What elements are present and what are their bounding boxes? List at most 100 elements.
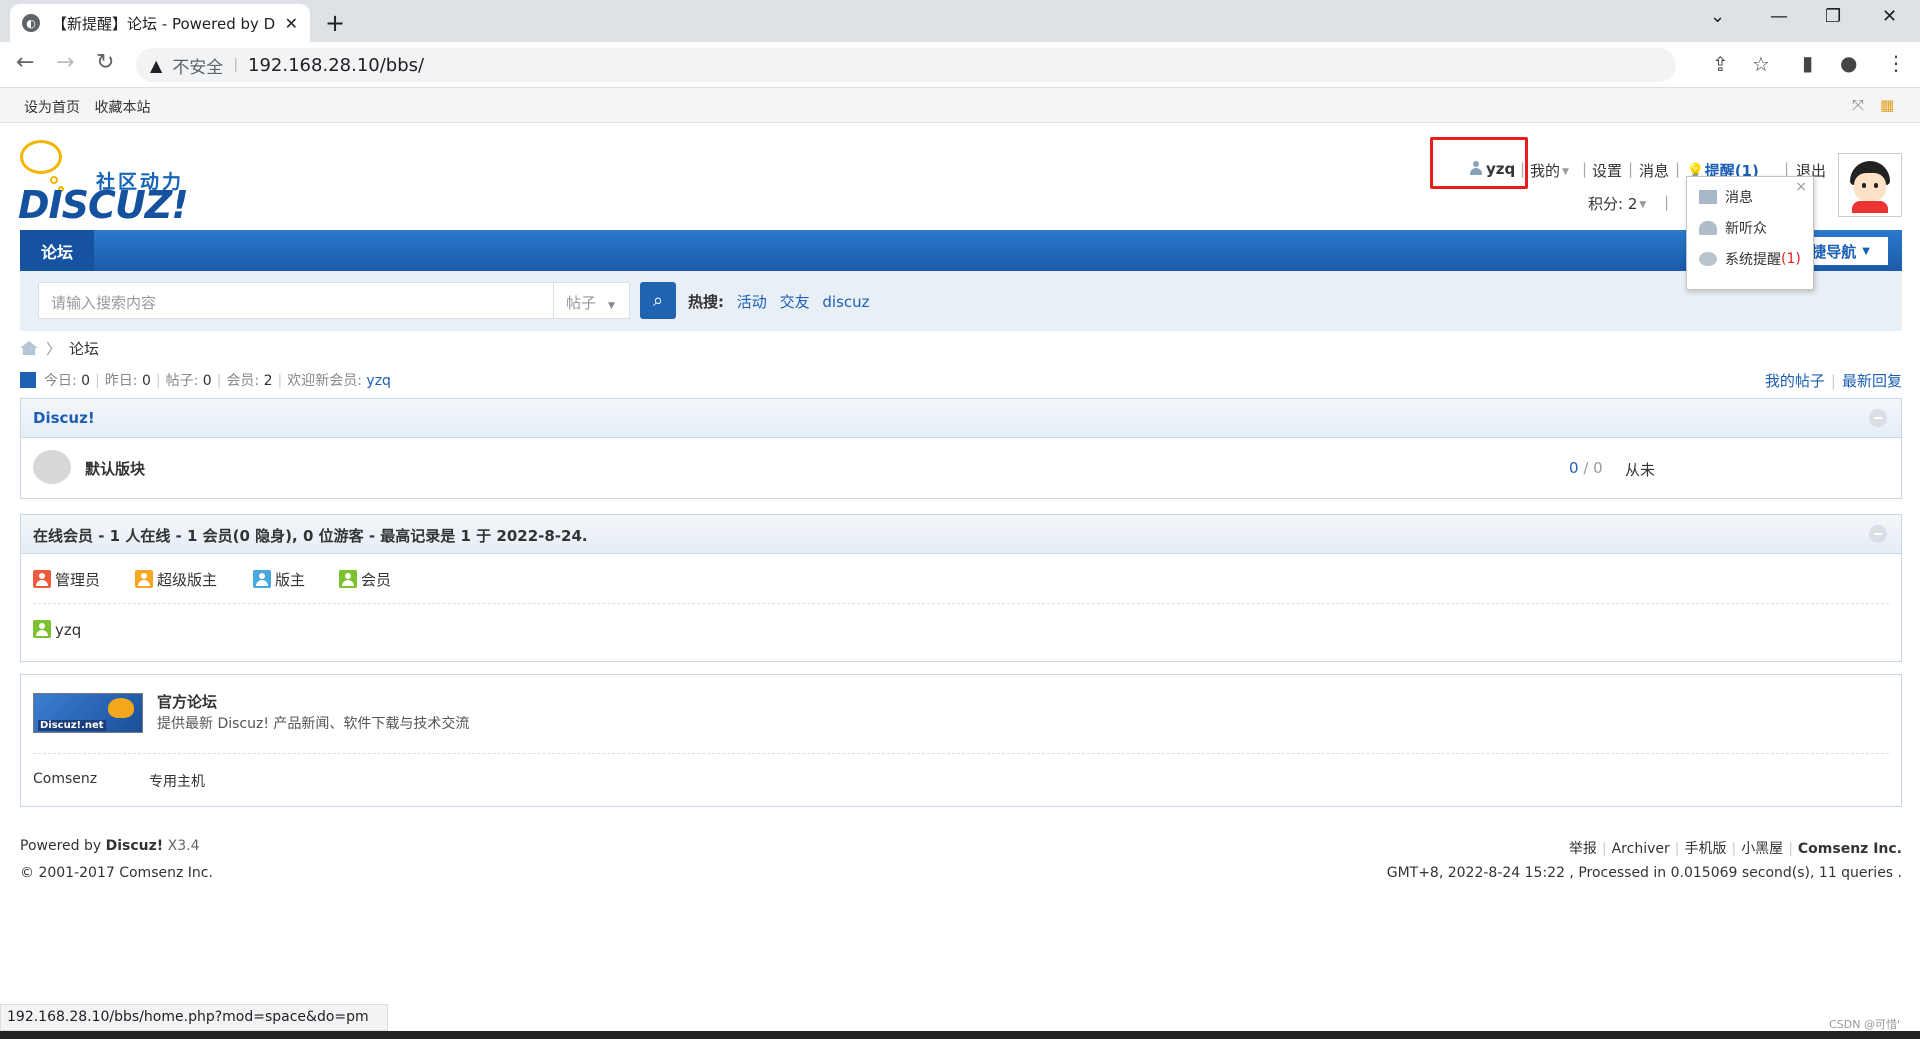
hot-search-link[interactable]: 交友 [780, 293, 810, 311]
hot-search-link[interactable]: 活动 [737, 293, 767, 311]
company-link[interactable]: Comsenz Inc. [1798, 841, 1902, 857]
caret-down-icon: ▼ [1562, 167, 1569, 177]
status-url: 192.168.28.10/bbs/home.php?mod=space&do=… [0, 1004, 388, 1031]
taskbar [0, 1031, 1920, 1039]
stat-posts: 0 [202, 373, 212, 389]
nav-item-forum[interactable]: 论坛 [20, 230, 94, 271]
new-tab-icon[interactable]: + [325, 9, 345, 37]
forum-name-link[interactable]: 默认版块 [85, 458, 145, 479]
separator: | [155, 373, 161, 389]
footer-link[interactable]: 小黑屋 [1741, 841, 1783, 857]
address-bar: ← → ↻ ▲ 不安全 | 192.168.28.10/bbs/ ⇪ ☆ ▮ ●… [0, 42, 1920, 88]
browser-tab[interactable]: ◐ 【新提醒】论坛 - Powered by D ✕ [10, 4, 310, 42]
home-icon[interactable] [20, 341, 38, 355]
star-icon[interactable]: ☆ [1752, 52, 1770, 76]
my-menu[interactable]: 我的 ▼ [1530, 160, 1569, 181]
category-title[interactable]: Discuz! [33, 409, 95, 427]
newest-member-link[interactable]: yzq [366, 373, 391, 389]
remind-item-messages[interactable]: 消息 [1699, 187, 1753, 207]
style-icon[interactable]: ▦ [1880, 96, 1894, 114]
legend-admin: 管理员 [33, 569, 100, 590]
footer-links: 举报 | Archiver | 手机版 | 小黑屋 | Comsenz Inc. [1569, 838, 1902, 858]
discuz-net-logo[interactable]: Discuz!.net [33, 693, 143, 733]
online-title[interactable]: 在线会员 - 1 人在线 - 1 会员(0 隐身), 0 位游客 - 最高记录是… [33, 527, 588, 545]
footer-link[interactable]: 手机版 [1684, 841, 1726, 857]
stat-label: 会员: [226, 373, 260, 389]
category-panel: Discuz! 默认版块 0 / 0 从未 [20, 398, 1902, 499]
restore-icon[interactable]: ❐ [1825, 6, 1841, 27]
forum-last-post: 从未 [1625, 461, 1656, 479]
share-icon[interactable]: ⇪ [1712, 52, 1729, 76]
logo-sun-icon [108, 698, 134, 718]
avatar-face [1854, 173, 1886, 201]
footer-processed: GMT+8, 2022-8-24 15:22 , Processed in 0.… [1386, 865, 1902, 881]
caret-down-icon: ▼ [1862, 245, 1870, 257]
separator: | [216, 373, 222, 389]
forum-icon[interactable] [33, 450, 71, 484]
powered-brand-link[interactable]: Discuz! [106, 838, 164, 854]
separator: | [1628, 160, 1634, 178]
reload-icon[interactable]: ↻ [96, 50, 114, 75]
avatar[interactable] [1838, 153, 1902, 217]
remind-count: (1) [1781, 251, 1801, 267]
my-posts-link[interactable]: 我的帖子 [1765, 372, 1825, 390]
footer-link[interactable]: Archiver [1612, 841, 1670, 857]
side-panel-icon[interactable]: ▮ [1802, 51, 1813, 75]
minimize-icon[interactable]: — [1770, 6, 1788, 27]
search-button[interactable]: ⌕ [640, 282, 676, 319]
text-link[interactable]: 专用主机 [149, 771, 205, 791]
online-member-name: yzq [55, 621, 82, 639]
window-close-icon[interactable]: ✕ [1882, 6, 1897, 27]
admin-user-icon [33, 570, 51, 588]
settings-link[interactable]: 设置 [1592, 160, 1622, 181]
separator: | [95, 373, 100, 389]
latest-replies-link[interactable]: 最新回复 [1842, 372, 1902, 390]
forum-row: 默认版块 0 / 0 从未 [21, 438, 1901, 496]
member-icon [33, 620, 51, 638]
close-icon[interactable]: × [1795, 179, 1807, 195]
stat-label: 帖子: [165, 373, 199, 389]
browser-tabbar: ◐ 【新提醒】论坛 - Powered by D ✕ + ⌄ — ❐ ✕ [0, 0, 1920, 42]
stat-members: 2 [263, 373, 273, 389]
caret-down-icon: ▼ [1639, 200, 1647, 210]
chevron-right-icon: 〉 [46, 340, 62, 358]
hot-search-link[interactable]: discuz [822, 293, 869, 311]
url-field[interactable]: ▲ 不安全 | 192.168.28.10/bbs/ [136, 48, 1676, 82]
search-type-select[interactable]: 帖子 ▼ [554, 282, 630, 319]
tab-close-icon[interactable]: ✕ [285, 14, 298, 33]
online-members: yzq [21, 604, 1901, 656]
profile-icon[interactable]: ● [1840, 51, 1857, 75]
divider [33, 753, 1889, 754]
legend-mod: 版主 [253, 569, 305, 590]
separator: | [1788, 841, 1793, 857]
separator: | [1664, 193, 1670, 211]
breadcrumb-current[interactable]: 论坛 [69, 340, 99, 358]
official-forum-link[interactable]: 官方论坛 [157, 691, 217, 712]
set-home-link[interactable]: 设为首页 [24, 100, 80, 116]
footer-link[interactable]: 举报 [1569, 841, 1597, 857]
globe-icon: ◐ [22, 14, 40, 32]
collapse-icon[interactable] [1869, 525, 1887, 543]
menu-icon[interactable]: ⋮ [1886, 51, 1906, 75]
messages-link[interactable]: 消息 [1639, 160, 1669, 181]
tab-search-icon[interactable]: ⌄ [1710, 6, 1725, 27]
forward-icon[interactable]: → [56, 50, 74, 75]
avatar-image [1842, 157, 1898, 213]
bookmark-link[interactable]: 收藏本站 [94, 100, 150, 116]
mail-icon [1699, 190, 1717, 204]
stat-label: 欢迎新会员: [287, 373, 362, 389]
back-icon[interactable]: ← [16, 50, 34, 75]
search-input[interactable]: 请输入搜索内容 [38, 282, 554, 319]
text-link[interactable]: Comsenz [33, 771, 97, 787]
warning-icon[interactable]: ▲ [150, 56, 162, 75]
credits-menu[interactable]: 积分: 2 ▼ [1588, 193, 1646, 214]
fullscreen-icon[interactable]: ⤧ [1852, 96, 1864, 114]
online-member-item[interactable]: yzq [33, 620, 81, 639]
remind-item-followers[interactable]: 新听众 [1699, 218, 1767, 238]
links-panel: Discuz!.net 官方论坛 提供最新 Discuz! 产品新闻、软件下载与… [20, 674, 1902, 807]
avatar-eye [1862, 183, 1866, 188]
chart-icon [20, 372, 36, 388]
separator: | [1674, 841, 1680, 857]
collapse-icon[interactable] [1869, 409, 1887, 427]
remind-item-system[interactable]: 系统提醒 (1) [1699, 249, 1801, 269]
